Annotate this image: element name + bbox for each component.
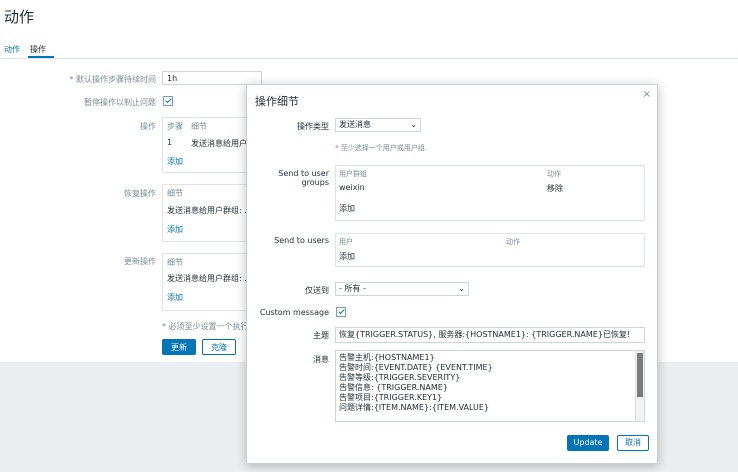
operations-footnote: * 必须至少设置一个执行...	[162, 322, 257, 331]
message-scrollbar[interactable]	[635, 351, 644, 421]
tabs-bar: 动作 操作	[0, 38, 738, 59]
default-step-duration-label: * 默认操作步骤持续时间	[69, 75, 156, 84]
users-label: Send to users	[274, 236, 329, 245]
users-table: 用户 动作 添加	[335, 233, 645, 267]
chevron-down-icon: ⌄	[410, 120, 417, 129]
operations-label: 操作	[140, 122, 156, 131]
recovery-row-detail: 发送消息给用户群组: ...	[167, 206, 252, 215]
update-add-link[interactable]: 添加	[167, 292, 183, 303]
send-only-to-value: - 所有 -	[339, 284, 366, 293]
operations-header-step: 步骤	[167, 122, 183, 131]
close-icon[interactable]: ×	[643, 89, 651, 100]
update-button-bg[interactable]: 更新	[162, 339, 196, 355]
recovery-add-link[interactable]: 添加	[167, 224, 183, 235]
tab-active-indicator	[28, 56, 54, 58]
user-groups-header-group: 用户群组	[339, 170, 367, 178]
message-line: 告警等级:{TRIGGER.SEVERITY}	[339, 373, 461, 382]
custom-message-label: Custom message	[259, 308, 329, 317]
message-line: 告警时间:{EVENT.DATE} {EVENT.TIME}	[339, 363, 493, 372]
required-star: *	[335, 144, 339, 152]
pause-operations-label: 暂停操作以制止问题	[84, 98, 156, 107]
user-groups-add-link[interactable]: 添加	[339, 203, 355, 214]
operation-type-value: 发送消息	[339, 120, 371, 129]
user-groups-header-action: 动作	[547, 170, 561, 178]
operation-details-dialog: 操作细节 × 操作类型 发送消息 ⌄ * 至少选择一个用户或用户组. Send …	[246, 84, 658, 464]
user-groups-label: Send to user groups	[278, 169, 329, 187]
user-group-remove-link[interactable]: 移除	[547, 183, 563, 194]
tab-action[interactable]: 动作	[4, 44, 20, 55]
update-header-detail: 细节	[167, 258, 183, 267]
message-textarea[interactable]: 告警主机:{HOSTNAME1} 告警时间:{EVENT.DATE} {EVEN…	[335, 350, 645, 422]
operation-type-label: 操作类型	[297, 122, 329, 131]
pause-operations-checkbox[interactable]	[163, 96, 173, 106]
update-operations-label: 更新操作	[124, 257, 156, 266]
custom-message-checkbox[interactable]	[336, 307, 346, 317]
update-row-detail: 发送消息给用户群组: ...	[167, 274, 252, 283]
chevron-down-icon: ⌄	[458, 284, 465, 293]
operation-type-select[interactable]: 发送消息 ⌄	[335, 118, 421, 132]
message-line: 告警主机:{HOSTNAME1}	[339, 353, 435, 362]
recovery-header-detail: 细节	[167, 189, 183, 198]
subject-input[interactable]: 恢复{TRIGGER.STATUS}, 服务器:{HOSTNAME1}: {TR…	[335, 327, 645, 343]
message-scrollbar-thumb[interactable]	[637, 353, 643, 397]
message-line: 问题详情:{ITEM.NAME}:{ITEM.VALUE}	[339, 403, 490, 412]
operations-row-step: 1	[167, 138, 173, 147]
user-group-name: weixin	[339, 183, 365, 192]
message-line: 告警项目:{TRIGGER.KEY1}	[339, 393, 443, 402]
user-groups-table: 用户群组 动作 weixin 移除 添加	[335, 165, 645, 221]
recipient-required-note: * 至少选择一个用户或用户组.	[335, 143, 427, 153]
operations-header-detail: 细节	[191, 122, 207, 131]
users-header-user: 用户	[339, 238, 353, 246]
operations-table: 步骤 细节 1 发送消息给用户... 添加	[162, 117, 255, 173]
update-button[interactable]: Update	[567, 435, 609, 451]
dialog-title: 操作细节	[255, 95, 299, 108]
default-step-duration-input[interactable]: 1h	[162, 71, 262, 85]
cancel-button[interactable]: 取消	[617, 435, 649, 451]
tab-operations[interactable]: 操作	[30, 44, 46, 55]
recovery-operations-table: 细节 发送消息给用户群组: ... 添加	[162, 184, 252, 242]
subject-label: 主题	[313, 331, 329, 340]
users-add-link[interactable]: 添加	[339, 251, 355, 262]
users-header-action: 动作	[506, 238, 520, 246]
message-line: 告警信息: {TRIGGER.NAME}	[339, 383, 448, 392]
send-only-to-select[interactable]: - 所有 - ⌄	[335, 282, 469, 296]
send-only-to-label: 仅送到	[305, 286, 329, 295]
recipient-required-text: 至少选择一个用户或用户组.	[340, 144, 427, 152]
page-title: 动作	[4, 8, 35, 26]
operations-add-link[interactable]: 添加	[167, 156, 183, 167]
message-label: 消息	[313, 355, 329, 364]
update-operations-table: 细节 发送消息给用户群组: ... 添加	[162, 253, 252, 311]
recovery-operations-label: 恢复操作	[124, 189, 156, 198]
clone-button-bg[interactable]: 克隆	[202, 339, 236, 355]
